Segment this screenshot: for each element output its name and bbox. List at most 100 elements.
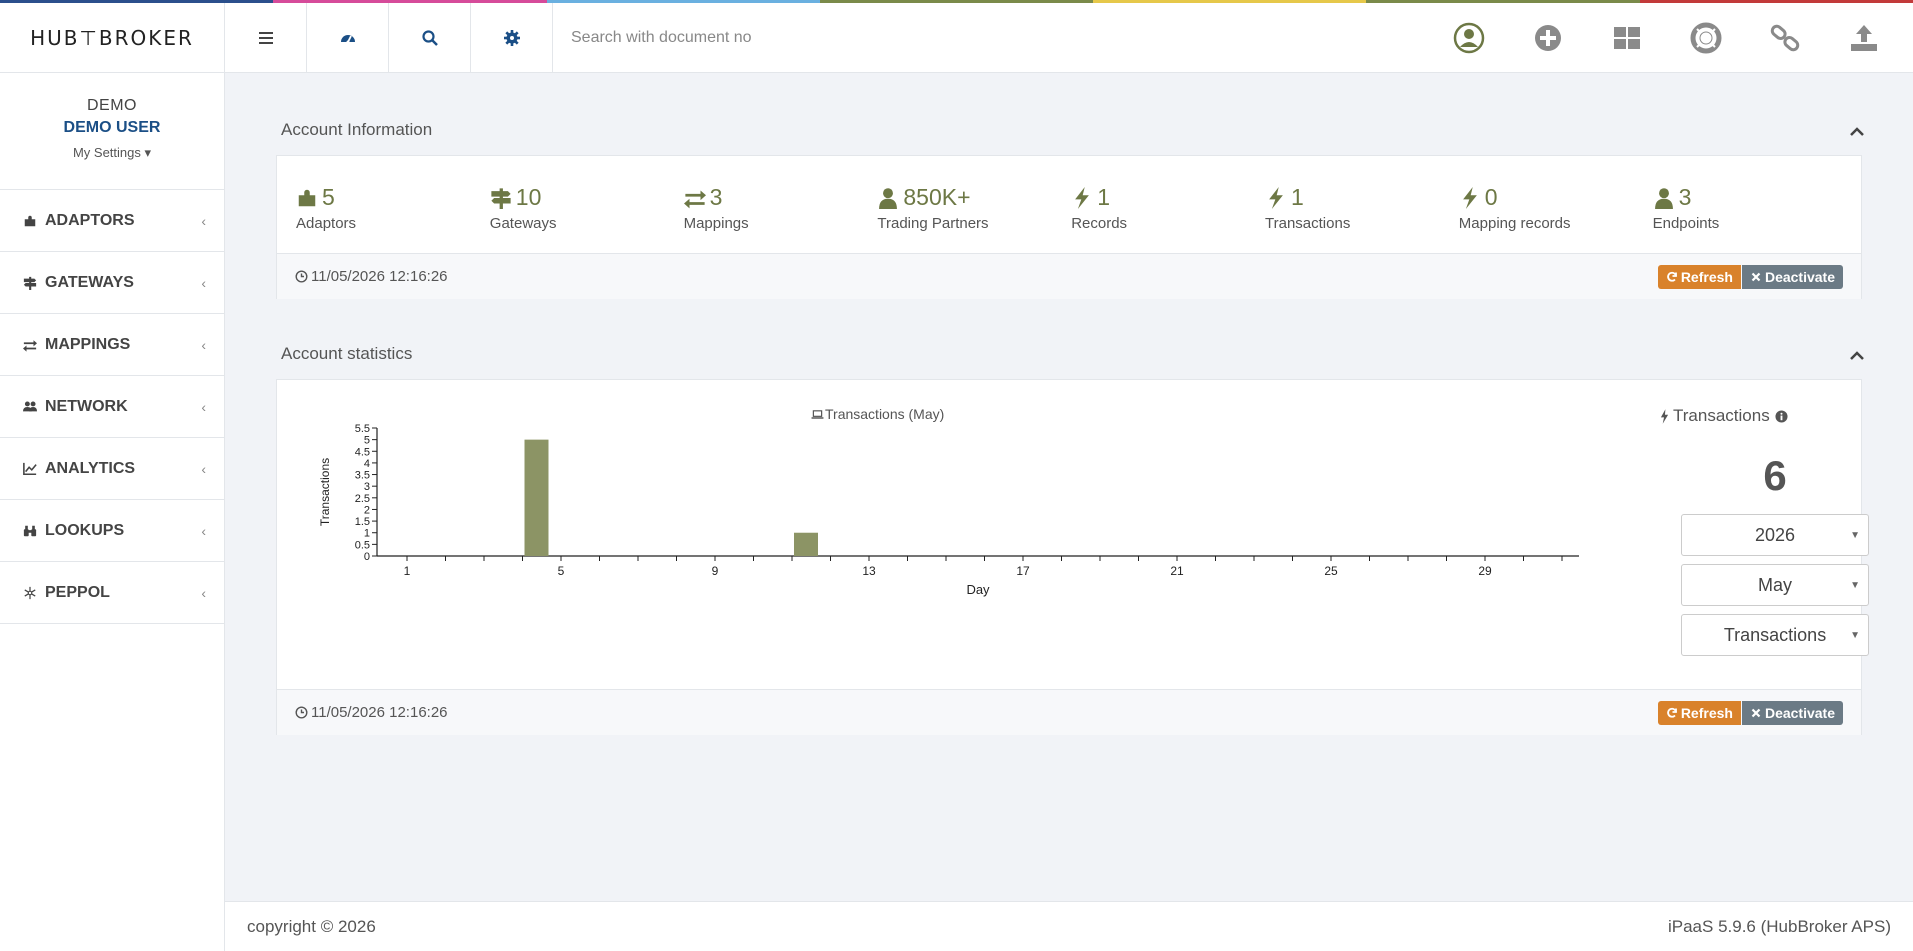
sidebar-item-icon	[22, 214, 40, 228]
stat-mapping-records[interactable]: 0 Mapping records	[1459, 184, 1571, 232]
bar-day-11	[794, 532, 818, 556]
page-footer: copyright © 2026 iPaaS 5.9.6 (HubBroker …	[225, 901, 1913, 951]
x-tick-label: 9	[712, 564, 719, 578]
chevron-left-icon: ‹	[201, 460, 206, 477]
sidebar: DEMO DEMO USER My Settings ▾ ADAPTORS ‹ GA…	[0, 73, 225, 951]
y-tick-label: 4.5	[355, 446, 370, 458]
stat-label: Adaptors	[296, 215, 357, 232]
stat-label: Mapping records	[1458, 215, 1571, 232]
y-tick-label: 5	[364, 435, 370, 447]
bolt-icon	[1269, 186, 1283, 209]
user-icon	[1654, 187, 1673, 209]
stat-adaptors[interactable]: 5 Adaptors	[296, 184, 356, 232]
chevron-left-icon: ‹	[201, 398, 206, 415]
stats-refresh-button[interactable]: Refresh	[1657, 700, 1741, 725]
account-information-card: 5 Adaptors 10 Gateways 3 Mappings 850K+ Trading…	[276, 155, 1862, 299]
add-circle-icon	[1534, 24, 1561, 51]
link-icon	[1770, 24, 1799, 51]
chevron-left-icon: ‹	[201, 336, 206, 353]
close-icon	[1751, 272, 1761, 281]
profile-button[interactable]	[1429, 22, 1508, 54]
caret-down-icon: ▼	[1850, 529, 1860, 541]
dashboard-button[interactable]	[307, 3, 389, 72]
stats-timestamp: 11/05/2026 12:16:26	[295, 704, 448, 721]
info-timestamp: 11/05/2026 12:16:26	[295, 268, 448, 285]
upload-button[interactable]	[1824, 22, 1903, 54]
main-content: Account Information 5 Adaptors 10 Gateways 3…	[225, 73, 1913, 901]
brand-logo[interactable]: HUB⊤BROKER	[0, 3, 225, 72]
apps-button[interactable]	[1587, 22, 1666, 54]
menu-icon	[258, 31, 273, 44]
caret-down-icon: ▼	[1850, 629, 1860, 641]
info-timestamp-text: 11/05/2026 12:16:26	[311, 268, 448, 285]
info-circle-icon[interactable]	[1775, 409, 1788, 423]
sidebar-item-network[interactable]: NETWORK ‹	[0, 376, 224, 438]
x-tick-label: 29	[1478, 564, 1492, 578]
stat-endpoints[interactable]: 3 Endpoints	[1653, 184, 1720, 232]
info-refresh-label: Refresh	[1680, 268, 1733, 285]
exchange-icon	[23, 339, 37, 352]
account-statistics-footer: 11/05/2026 12:16:26 Refresh Deactivate	[277, 689, 1861, 735]
upload-icon	[1850, 24, 1877, 51]
settings-button[interactable]	[471, 3, 553, 72]
y-tick-label: 4	[364, 458, 370, 470]
user-icon	[879, 187, 898, 209]
menu-toggle-button[interactable]	[225, 3, 307, 72]
organization-name: DEMO	[87, 97, 137, 114]
bar-day-4	[524, 439, 549, 556]
lifesaver-icon	[1690, 22, 1721, 53]
document-search-input[interactable]	[571, 28, 1171, 47]
collapse-chevron-icon[interactable]	[1849, 125, 1865, 137]
y-tick-label: 1.5	[355, 516, 370, 528]
help-button[interactable]	[1666, 22, 1745, 54]
info-deactivate-button[interactable]: Deactivate	[1741, 264, 1843, 289]
caret-down-icon: ▾	[144, 145, 152, 160]
sidebar-item-icon	[22, 276, 40, 290]
x-tick-label: 5	[558, 564, 565, 578]
stat-value: 3	[1678, 184, 1692, 210]
month-select[interactable]: May ▼	[1681, 564, 1869, 606]
sidebar-item-adaptors[interactable]: ADAPTORS ‹	[0, 190, 224, 252]
metric-select[interactable]: Transactions ▼	[1681, 614, 1869, 656]
y-tick-label: 2.5	[355, 493, 370, 505]
clock-icon	[295, 270, 308, 283]
stats-deactivate-button[interactable]: Deactivate	[1741, 700, 1843, 725]
stat-records[interactable]: 1 Records	[1071, 184, 1127, 232]
sidebar-item-analytics[interactable]: ANALYTICS ‹	[0, 438, 224, 500]
stats-deactivate-label: Deactivate	[1764, 704, 1835, 721]
info-deactivate-label: Deactivate	[1764, 268, 1835, 285]
sidebar-item-mappings[interactable]: MAPPINGS ‹	[0, 314, 224, 376]
my-settings-dropdown[interactable]: My Settings ▾	[0, 145, 224, 161]
sidebar-item-label: LOOKUPS	[45, 521, 125, 539]
version-text: iPaaS 5.9.6 (HubBroker APS)	[1667, 916, 1891, 936]
sidebar-item-label: GATEWAYS	[45, 273, 134, 291]
stat-gateways[interactable]: 10 Gateways	[490, 184, 557, 232]
copyright-text: copyright © 2026	[247, 916, 376, 936]
y-tick-label: 3	[364, 481, 370, 493]
account-information-footer: 11/05/2026 12:16:26 Refresh Deactivate	[277, 253, 1861, 299]
month-select-value: May	[1757, 574, 1792, 595]
stat-transactions[interactable]: 1 Transactions	[1265, 184, 1350, 232]
stat-trading-partners[interactable]: 850K+ Trading Partners	[877, 184, 988, 232]
search-button[interactable]	[389, 3, 471, 72]
sidebar-item-lookups[interactable]: LOOKUPS ‹	[0, 500, 224, 562]
links-button[interactable]	[1745, 22, 1824, 54]
exchange-icon	[683, 189, 706, 208]
user-panel: DEMO DEMO USER My Settings ▾	[0, 73, 224, 190]
sidebar-item-label: PEPPOL	[45, 583, 110, 601]
gear-icon	[503, 29, 520, 46]
add-button[interactable]	[1508, 22, 1587, 54]
header-actions	[1429, 3, 1913, 72]
signpost-icon	[23, 276, 37, 290]
dashboard-grid-icon	[1613, 26, 1640, 49]
info-refresh-button[interactable]: Refresh	[1657, 264, 1741, 289]
sidebar-item-peppol[interactable]: PEPPOL ‹	[0, 562, 224, 624]
binoculars-icon	[23, 525, 37, 536]
my-settings-label: My Settings	[72, 145, 141, 160]
stat-value: 0	[1484, 184, 1498, 210]
year-select[interactable]: 2026 ▼	[1681, 514, 1869, 556]
stat-mappings[interactable]: 3 Mappings	[683, 184, 749, 232]
sidebar-item-gateways[interactable]: GATEWAYS ‹	[0, 252, 224, 314]
user-name[interactable]: DEMO USER	[0, 119, 224, 137]
collapse-chevron-icon[interactable]	[1849, 349, 1865, 361]
